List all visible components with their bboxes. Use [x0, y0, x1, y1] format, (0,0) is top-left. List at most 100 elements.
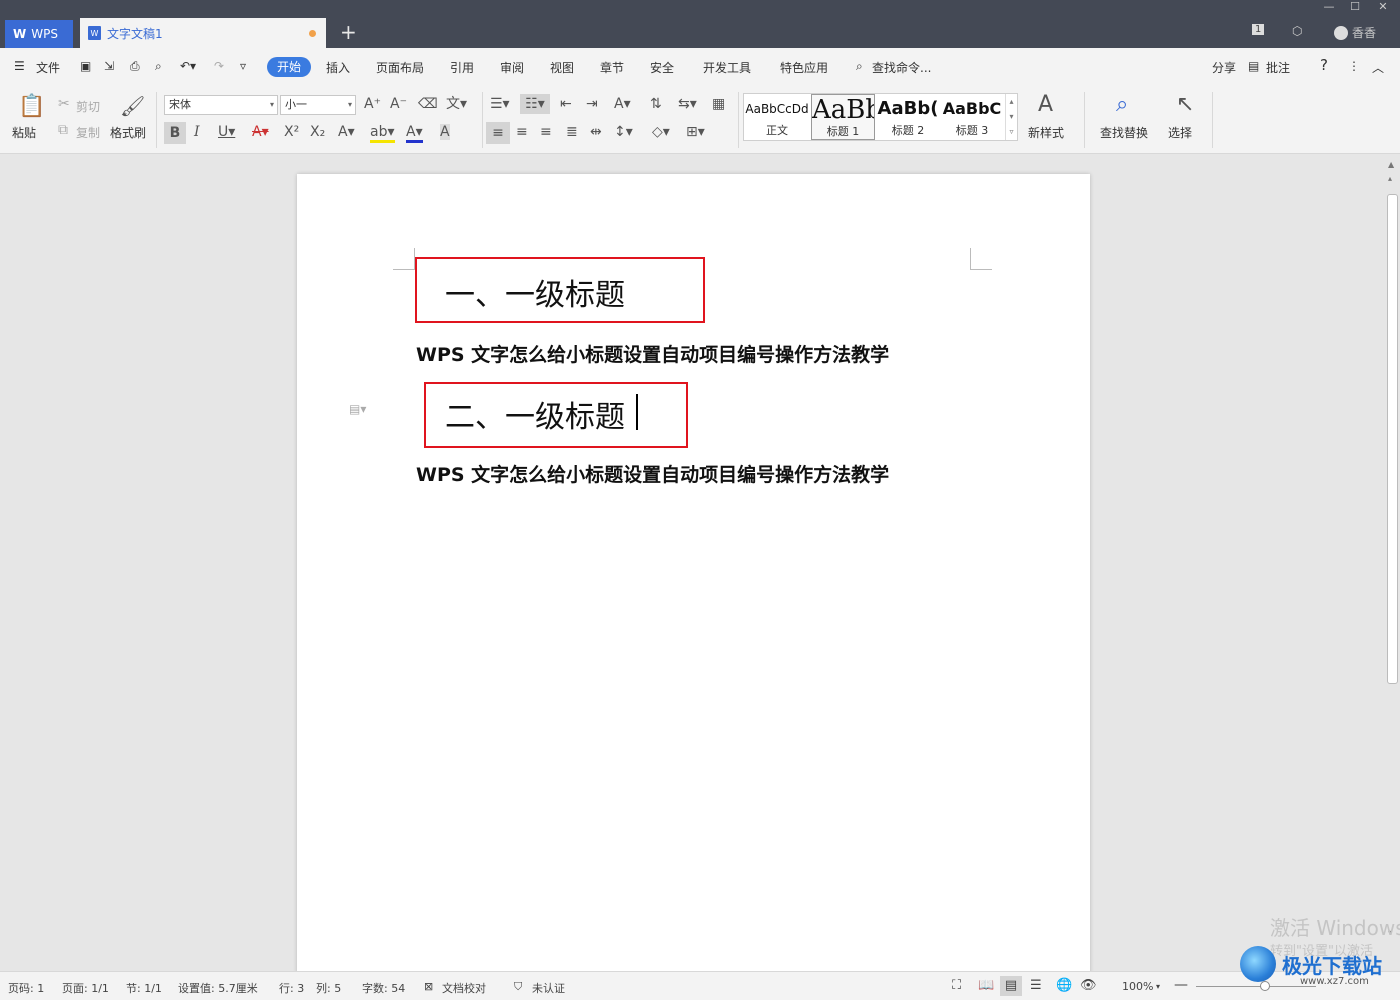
web-view-icon[interactable]: 🌐: [1056, 978, 1072, 993]
highlight-icon[interactable]: ab▾: [370, 124, 395, 143]
italic-icon[interactable]: I: [194, 124, 200, 140]
vertical-scrollbar[interactable]: ▲ ▴ ▾: [1385, 158, 1400, 970]
tab-view[interactable]: 视图: [550, 59, 574, 76]
skin-icon[interactable]: ⬡: [1292, 24, 1302, 38]
align-left-icon[interactable]: ≡: [486, 122, 510, 144]
distributed-icon[interactable]: ⇹: [590, 124, 602, 140]
strikethrough-icon[interactable]: A▾: [252, 124, 269, 140]
command-search[interactable]: 查找命令...: [872, 59, 931, 76]
read-mode-icon[interactable]: 📖: [978, 978, 994, 993]
tab-features[interactable]: 特色应用: [780, 59, 828, 76]
line-break-icon[interactable]: ⇆▾: [678, 96, 697, 112]
user-account[interactable]: 香香: [1334, 24, 1376, 41]
decrease-indent-icon[interactable]: ⇤: [560, 96, 572, 112]
bold-icon[interactable]: B: [164, 122, 186, 144]
increase-indent-icon[interactable]: ⇥: [586, 96, 598, 112]
char-shading-icon[interactable]: A: [440, 124, 450, 140]
status-section[interactable]: 节: 1/1: [126, 980, 162, 996]
new-tab-button[interactable]: +: [340, 20, 357, 44]
hamburger-icon[interactable]: ☰: [14, 59, 25, 73]
zoom-out-icon[interactable]: —: [1174, 977, 1188, 993]
tab-references[interactable]: 引用: [450, 59, 474, 76]
char-case-icon[interactable]: A▾: [614, 96, 631, 112]
cut-button[interactable]: 剪切: [76, 98, 100, 115]
print-icon[interactable]: ⎙: [130, 59, 140, 74]
shrink-font-icon[interactable]: A⁻: [390, 96, 407, 112]
scroll-top-icon[interactable]: ▴: [1388, 174, 1392, 183]
paste-icon[interactable]: 📋: [18, 96, 45, 118]
fullscreen-icon[interactable]: ⛶: [952, 978, 961, 993]
status-word-count[interactable]: 字数: 54: [362, 980, 405, 996]
body-paragraph-1[interactable]: WPS 文字怎么给小标题设置自动项目编号操作方法教学: [416, 340, 889, 367]
find-replace-button[interactable]: 查找替换: [1100, 124, 1148, 141]
status-row[interactable]: 行: 3: [279, 980, 304, 996]
collapse-ribbon-icon[interactable]: ︿: [1372, 59, 1384, 76]
tab-insert[interactable]: 插入: [326, 59, 350, 76]
export-icon[interactable]: ⇲: [104, 59, 114, 73]
font-name-select[interactable]: 宋体 ▾: [164, 95, 278, 115]
tab-chapter[interactable]: 章节: [600, 59, 624, 76]
wps-home-tab[interactable]: W WPS: [5, 20, 73, 48]
style-normal[interactable]: AaBbCcDd 正文: [744, 94, 810, 140]
clear-format-icon[interactable]: ⌫: [418, 96, 438, 112]
new-style-button[interactable]: 新样式: [1028, 124, 1064, 141]
paragraph-options-icon[interactable]: ▤▾: [349, 402, 366, 416]
customize-icon[interactable]: ▿: [240, 59, 246, 73]
status-col[interactable]: 列: 5: [316, 980, 341, 996]
scroll-thumb[interactable]: [1387, 194, 1398, 684]
more-icon[interactable]: ⋮: [1348, 59, 1360, 73]
help-button[interactable]: ?: [1320, 56, 1328, 74]
comment-button[interactable]: 批注: [1266, 59, 1290, 76]
window-count[interactable]: 1: [1252, 24, 1265, 35]
zoom-slider[interactable]: [1196, 986, 1316, 987]
text-effect-icon[interactable]: A▾: [338, 124, 355, 140]
phonetic-icon[interactable]: 文▾: [446, 96, 467, 112]
status-pages[interactable]: 页面: 1/1: [62, 980, 109, 996]
select-button[interactable]: 选择: [1168, 124, 1192, 141]
justify-icon[interactable]: ≣: [566, 124, 578, 140]
minimize-button[interactable]: —: [1318, 0, 1340, 18]
bullet-list-icon[interactable]: ☰▾: [490, 96, 510, 112]
zoom-level[interactable]: 100%: [1122, 980, 1153, 993]
tab-review[interactable]: 审阅: [500, 59, 524, 76]
share-button[interactable]: 分享: [1212, 59, 1236, 76]
style-heading-3[interactable]: AaBbC 标题 3: [941, 94, 1003, 140]
save-icon[interactable]: ▣: [80, 59, 91, 73]
status-proofing[interactable]: 文档校对: [442, 980, 486, 996]
grow-font-icon[interactable]: A⁺: [364, 96, 381, 112]
subscript-icon[interactable]: X₂: [310, 124, 325, 140]
tab-developer[interactable]: 开发工具: [703, 59, 751, 76]
outline-view-icon[interactable]: ☰: [1030, 978, 1042, 993]
maximize-button[interactable]: ☐: [1344, 0, 1366, 18]
body-paragraph-2[interactable]: WPS 文字怎么给小标题设置自动项目编号操作方法教学: [416, 460, 889, 487]
line-spacing-icon[interactable]: ↕▾: [614, 124, 633, 140]
eye-protect-icon[interactable]: 👁: [1080, 978, 1097, 993]
paste-button[interactable]: 粘贴: [12, 124, 36, 141]
scroll-up-icon[interactable]: ▲: [1388, 160, 1394, 169]
borders-icon[interactable]: ⊞▾: [686, 124, 705, 140]
tab-page-layout[interactable]: 页面布局: [376, 59, 424, 76]
align-right-icon[interactable]: ≡: [540, 124, 552, 140]
font-color-icon[interactable]: A▾: [406, 124, 423, 143]
underline-icon[interactable]: U▾: [218, 124, 235, 140]
status-certification[interactable]: 未认证: [532, 980, 565, 996]
style-heading-2[interactable]: AaBb( 标题 2: [876, 94, 940, 140]
tab-security[interactable]: 安全: [650, 59, 674, 76]
close-button[interactable]: ✕: [1372, 0, 1394, 18]
file-menu[interactable]: 文件: [36, 59, 60, 76]
align-center-icon[interactable]: ≡: [516, 124, 528, 140]
format-painter-button[interactable]: 格式刷: [110, 124, 146, 141]
superscript-icon[interactable]: X²: [284, 124, 299, 140]
styles-scroll[interactable]: ▴ ▾ ▿: [1005, 94, 1017, 140]
redo-icon[interactable]: ↷: [214, 59, 224, 73]
font-size-select[interactable]: 小一 ▾: [280, 95, 356, 115]
tab-home[interactable]: 开始: [267, 57, 311, 77]
table-layout-icon[interactable]: ▦: [712, 96, 725, 112]
numbered-list-icon[interactable]: ☷▾: [520, 94, 550, 114]
shading-icon[interactable]: ◇▾: [652, 124, 670, 140]
page-view-icon[interactable]: ▤: [1000, 976, 1022, 996]
zoom-dropdown-icon[interactable]: ▾: [1156, 982, 1160, 991]
copy-button[interactable]: 复制: [76, 124, 100, 141]
print-preview-icon[interactable]: ⌕: [155, 59, 162, 74]
sort-icon[interactable]: ⇅: [650, 96, 662, 112]
